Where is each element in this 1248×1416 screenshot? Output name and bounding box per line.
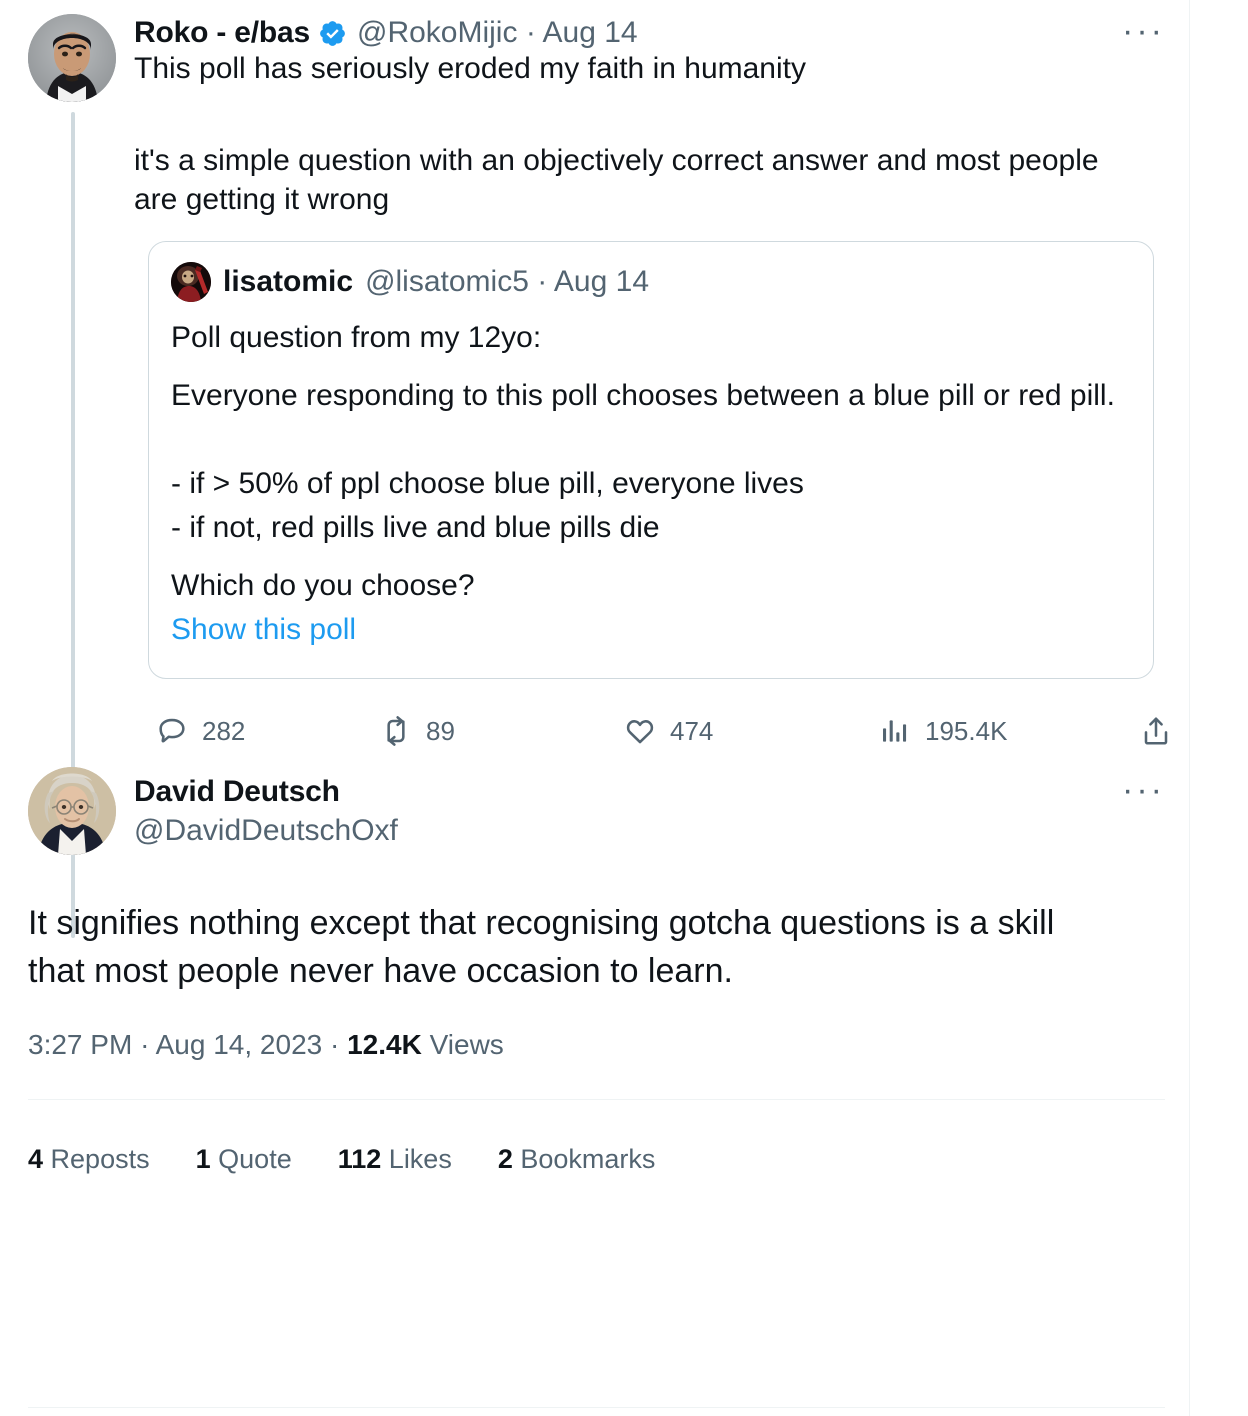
quoted-text-bullet-2: - if not, red pills live and blue pills …	[171, 511, 660, 544]
stat-quote-label: Quote	[218, 1144, 292, 1174]
main-sep-1: ·	[140, 1029, 150, 1060]
main-views-count: 12.4K	[347, 1029, 422, 1060]
main-tweet: ··· David Deutsch @DavidDeutschOxf It si…	[0, 767, 1189, 1175]
stat-bookmarks-label: Bookmarks	[520, 1144, 656, 1174]
views-button[interactable]: 195.4K	[879, 715, 1124, 747]
column-right-border	[1189, 0, 1190, 1416]
quoted-tweet-header: lisatomic @lisatomic5 · Aug 14	[171, 262, 1131, 302]
main-date: Aug 14, 2023	[155, 1029, 323, 1060]
stat-reposts-count: 4	[28, 1144, 44, 1174]
engagement-stats-bar: 4 Reposts 1 Quote 112 Likes 2 Bookmarks	[28, 1144, 1165, 1175]
avatar-roko[interactable]	[28, 14, 116, 102]
main-name-column: David Deutsch @DavidDeutschOxf	[134, 767, 398, 851]
main-more-options-button[interactable]: ···	[1119, 773, 1165, 809]
parent-name-line: Roko - e/bas @RokoMijic · Aug 14	[134, 18, 1165, 48]
main-handle[interactable]: @DavidDeutschOxf	[134, 811, 398, 851]
stat-likes-label: Likes	[388, 1144, 452, 1174]
quoted-text-p4: Which do you choose?	[171, 569, 475, 602]
main-tweet-text: It signifies nothing except that recogni…	[28, 904, 1055, 990]
parent-handle[interactable]: @RokoMijic	[357, 16, 517, 49]
stat-likes[interactable]: 112 Likes	[338, 1144, 452, 1175]
divider-bottom	[28, 1407, 1165, 1408]
parent-tweet-header: Roko - e/bas @RokoMijic · Aug 14 This po…	[28, 14, 1165, 102]
avatar-lisatomic[interactable]	[171, 262, 211, 302]
retweet-button[interactable]: 89	[380, 715, 624, 747]
parent-header-text: Roko - e/bas @RokoMijic · Aug 14 This po…	[134, 14, 1165, 88]
reply-count: 282	[202, 716, 246, 746]
retweet-count: 89	[426, 716, 455, 746]
avatar-david-deutsch[interactable]	[28, 767, 116, 855]
quoted-tweet-card[interactable]: lisatomic @lisatomic5 · Aug 14 Poll ques…	[148, 241, 1154, 679]
quoted-date[interactable]: Aug 14	[554, 265, 649, 298]
verified-badge-icon	[318, 19, 347, 48]
retweet-icon	[380, 715, 412, 747]
reply-button[interactable]: 282	[156, 715, 380, 747]
show-this-poll-link-wrap: Show this poll	[171, 608, 1131, 652]
analytics-icon	[879, 715, 911, 747]
parent-tweet[interactable]: ··· Roko - e/bas @RokoMijic · Aug 14 Thi…	[0, 0, 1189, 938]
tweet-column: · · · Roko - e/bas @RokoMijic · Aug 14 Thi…	[0, 0, 1189, 1416]
stat-reposts[interactable]: 4 Reposts	[28, 1144, 150, 1175]
main-timestamp: 3:27 PM · Aug 14, 2023 · 12.4K Views	[28, 1031, 1165, 1059]
quoted-separator: ·	[537, 265, 548, 298]
show-this-poll-link[interactable]: Show this poll	[171, 608, 356, 652]
main-time: 3:27 PM	[28, 1029, 133, 1060]
share-icon	[1140, 715, 1172, 747]
quoted-text-bullet-1: - if > 50% of ppl choose blue pill, ever…	[171, 467, 804, 500]
parent-tweet-text: it's a simple question with an objective…	[134, 144, 1107, 216]
main-views-label: Views	[429, 1029, 504, 1060]
quoted-handle-date: @lisatomic5 · Aug 14	[365, 267, 649, 297]
parent-display-name[interactable]: Roko - e/bas	[134, 18, 310, 48]
share-button[interactable]	[1140, 715, 1186, 747]
views-count: 195.4K	[925, 716, 1008, 746]
stat-likes-count: 112	[337, 1144, 382, 1174]
stat-bookmarks-count: 2	[497, 1144, 513, 1174]
main-tweet-header: David Deutsch @DavidDeutschOxf	[28, 767, 1165, 855]
reply-icon	[156, 715, 188, 747]
stat-reposts-label: Reposts	[50, 1144, 150, 1174]
divider-top	[28, 1099, 1165, 1100]
parent-tweet-body: it's a simple question with an objective…	[134, 102, 1165, 679]
like-button[interactable]: 474	[624, 715, 879, 747]
parent-handle-date: @RokoMijic · Aug 14	[357, 18, 638, 48]
parent-action-bar: 282 89 474 195.4K	[156, 703, 1186, 759]
parent-separator: ·	[525, 16, 536, 49]
stat-quote[interactable]: 1 Quote	[196, 1144, 292, 1175]
quoted-handle[interactable]: @lisatomic5	[365, 265, 529, 298]
main-sep-2: ·	[330, 1029, 340, 1060]
quoted-display-name[interactable]: lisatomic	[223, 267, 353, 297]
stat-bookmarks[interactable]: 2 Bookmarks	[498, 1144, 656, 1175]
main-display-name[interactable]: David Deutsch	[134, 773, 398, 811]
heart-icon	[624, 715, 656, 747]
quoted-text-p2: Everyone responding to this poll chooses…	[171, 379, 1115, 412]
quoted-text-p1: Poll question from my 12yo:	[171, 321, 542, 354]
stat-quote-count: 1	[195, 1144, 211, 1174]
parent-more-options-button[interactable]: ···	[1119, 14, 1165, 50]
parent-tweet-first-line: This poll has seriously eroded my faith …	[134, 52, 806, 85]
parent-date[interactable]: Aug 14	[543, 16, 638, 49]
like-count: 474	[670, 716, 714, 746]
